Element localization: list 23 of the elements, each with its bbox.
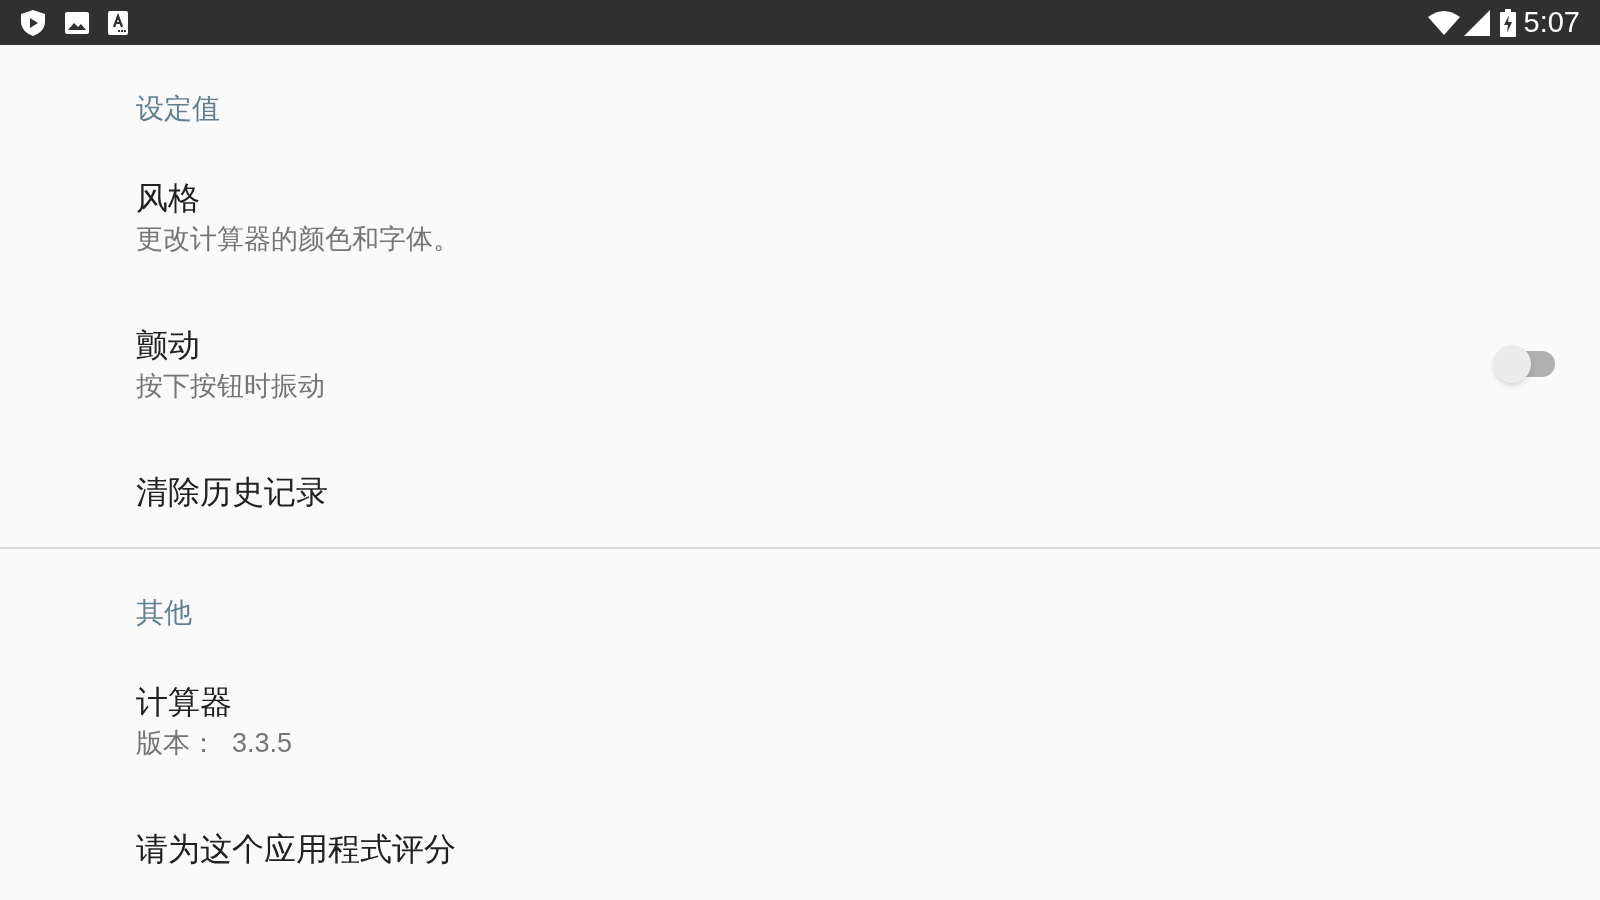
signal-icon bbox=[1463, 9, 1490, 36]
item-title: 计算器 bbox=[136, 682, 233, 722]
settings-item[interactable]: 风格 更改计算器的颜色和字体。 bbox=[0, 143, 1600, 290]
image-icon bbox=[64, 10, 90, 35]
item-title: 风格 bbox=[136, 178, 201, 218]
clock-time: 5:07 bbox=[1523, 8, 1580, 37]
settings-item[interactable]: 请为这个应用程式评分 bbox=[0, 794, 1600, 900]
section-header: 其他 bbox=[136, 597, 192, 628]
item-subtitle: 更改计算器的颜色和字体。 bbox=[136, 222, 461, 256]
battery-charging-icon bbox=[1499, 8, 1516, 37]
shield-play-icon bbox=[20, 8, 46, 37]
settings-item[interactable]: 颤动 按下按钮时振动 bbox=[0, 290, 1600, 437]
settings-item[interactable]: 计算器 版本： 3.3.5 bbox=[0, 647, 1600, 794]
keyboard-a-icon bbox=[108, 10, 128, 35]
wifi-icon bbox=[1427, 10, 1460, 35]
toggle-switch[interactable] bbox=[1493, 343, 1555, 384]
settings-item[interactable]: 清除历史记录 bbox=[0, 437, 1600, 547]
section-header: 设定值 bbox=[136, 93, 220, 124]
item-title: 颤动 bbox=[136, 325, 201, 365]
item-title: 清除历史记录 bbox=[136, 473, 329, 512]
item-subtitle: 版本： 3.3.5 bbox=[136, 726, 294, 760]
item-subtitle: 按下按钮时振动 bbox=[136, 369, 326, 403]
item-title: 请为这个应用程式评分 bbox=[136, 830, 457, 869]
